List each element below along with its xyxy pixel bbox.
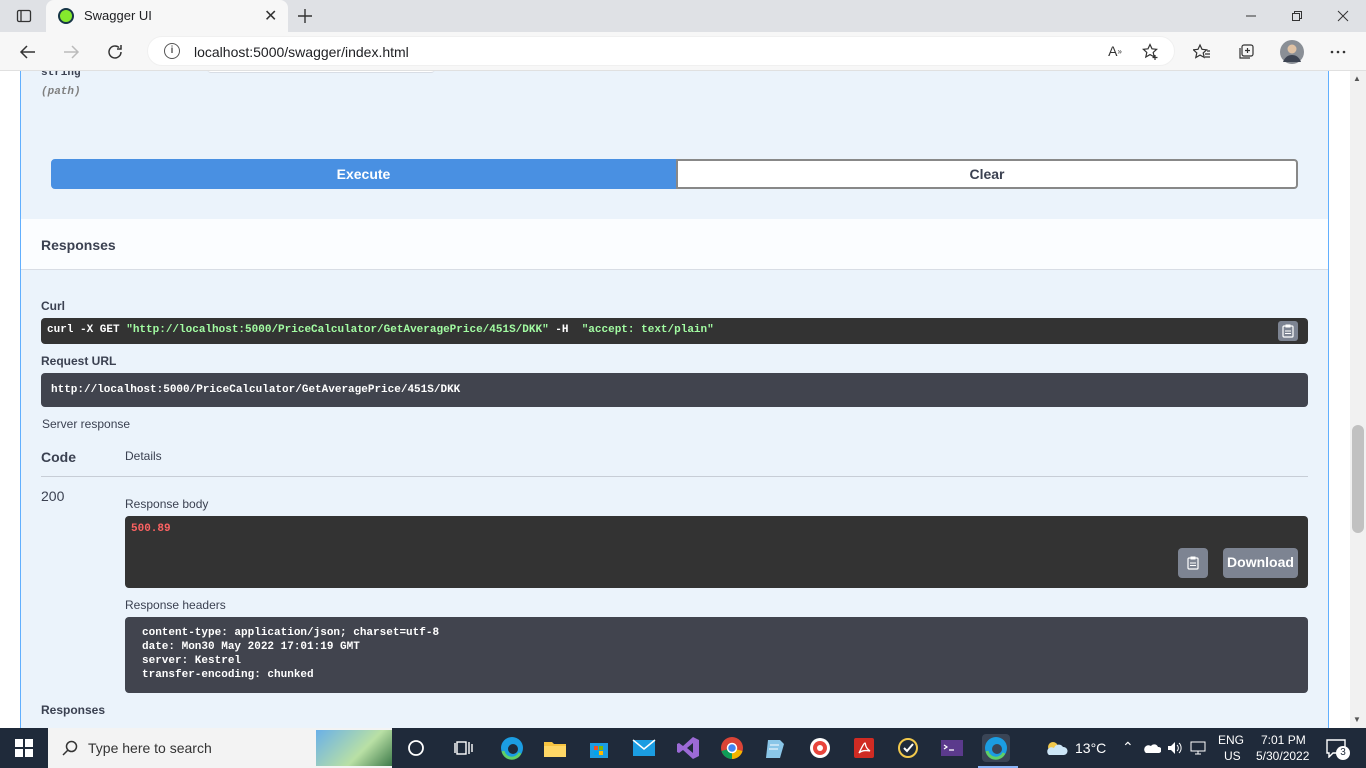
notification-badge: 3 (1336, 746, 1350, 760)
close-window-button[interactable] (1329, 4, 1357, 28)
edge-taskbar-icon[interactable] (498, 734, 526, 762)
info-icon[interactable]: i (164, 43, 180, 59)
copy-response-icon[interactable] (1178, 548, 1208, 578)
header-line: transfer-encoding: chunked (142, 669, 314, 681)
header-line: date: Mon30 May 2022 17:01:19 GMT (142, 641, 360, 653)
browser-title-bar: Swagger UI ✕ (0, 0, 1366, 32)
search-icon (62, 740, 78, 756)
mail-icon[interactable] (630, 734, 658, 762)
onedrive-icon[interactable] (1142, 734, 1162, 762)
response-body-label: Response body (125, 497, 209, 511)
store-icon[interactable] (585, 734, 613, 762)
execute-button[interactable]: Execute (51, 159, 676, 189)
taskbar: Type here to search 13°C ⌃ ENG US 7:01 P… (0, 728, 1366, 768)
curl-flag: -H (548, 324, 582, 336)
search-highlight-image (316, 730, 392, 766)
windows-start-icon[interactable] (0, 728, 48, 768)
swagger-favicon-icon (58, 8, 74, 24)
curl-prefix: curl -X GET (47, 324, 127, 336)
chrome-icon[interactable] (718, 734, 746, 762)
profile-avatar[interactable] (1278, 38, 1306, 66)
more-options-icon[interactable] (1324, 38, 1352, 66)
response-headers-box: content-type: application/json; charset=… (125, 617, 1308, 693)
file-explorer-icon[interactable] (541, 734, 569, 762)
read-aloud-icon[interactable]: A» (1101, 37, 1129, 65)
volume-icon[interactable] (1165, 734, 1185, 762)
browser-tab[interactable]: Swagger UI ✕ (46, 0, 288, 32)
request-url-label: Request URL (41, 354, 117, 368)
notes-app-icon[interactable] (761, 734, 789, 762)
scroll-down-icon[interactable]: ▼ (1353, 715, 1361, 724)
responses-footer-label: Responses (41, 703, 106, 717)
tab-actions-icon[interactable] (10, 4, 38, 28)
url-input[interactable]: i localhost:5000/swagger/index.html (147, 36, 1175, 66)
forward-icon[interactable] (57, 38, 85, 66)
terminal-icon[interactable] (938, 734, 966, 762)
curl-header: "accept: text/plain" (581, 324, 714, 336)
notifications-icon[interactable]: 3 (1322, 734, 1350, 762)
search-placeholder: Type here to search (88, 740, 212, 756)
page-scrollbar[interactable]: ▲ ▼ (1350, 71, 1366, 728)
tab-title: Swagger UI (84, 8, 152, 23)
parameter-input[interactable] (207, 71, 435, 73)
server-response-label: Server response (42, 417, 131, 431)
add-favorite-icon[interactable] (1137, 38, 1165, 66)
download-button[interactable]: Download (1223, 548, 1298, 578)
url-text: localhost:5000/swagger/index.html (194, 44, 409, 60)
favorites-icon[interactable] (1188, 38, 1216, 66)
minimize-button[interactable] (1237, 4, 1265, 28)
header-line: content-type: application/json; charset=… (142, 627, 440, 639)
address-bar: i localhost:5000/swagger/index.html A» (0, 32, 1366, 71)
header-line: server: Kestrel (142, 655, 242, 667)
param-location: (path) (41, 86, 81, 98)
task-view-icon[interactable] (450, 734, 478, 762)
response-headers-label: Response headers (125, 598, 226, 612)
collections-icon[interactable] (1232, 38, 1260, 66)
chevron-up-icon[interactable]: ⌃ (1122, 739, 1134, 756)
response-body-box: 500.89 (125, 516, 1308, 588)
back-icon[interactable] (14, 38, 42, 66)
clear-button[interactable]: Clear (676, 159, 1298, 189)
details-column-header: Details (125, 449, 162, 463)
request-url-text: http://localhost:5000/PriceCalculator/Ge… (51, 384, 461, 396)
network-icon[interactable] (1188, 734, 1208, 762)
restore-button[interactable] (1283, 4, 1311, 28)
keyboard-layout[interactable]: US (1224, 749, 1241, 763)
scroll-thumb[interactable] (1352, 425, 1364, 533)
swagger-page: string (path) Execute Clear Responses Cu… (0, 71, 1350, 728)
cortana-icon[interactable] (402, 734, 430, 762)
new-tab-button[interactable] (291, 4, 319, 28)
visual-studio-icon[interactable] (674, 734, 702, 762)
responses-title: Responses (41, 237, 116, 253)
close-tab-icon[interactable]: ✕ (264, 6, 277, 26)
curl-label: Curl (41, 299, 65, 313)
pdf-reader-icon[interactable] (850, 734, 878, 762)
curl-url: "http://localhost:5000/PriceCalculator/G… (126, 324, 549, 336)
weather-temperature[interactable]: 13°C (1075, 740, 1106, 756)
clock-date[interactable]: 5/30/2022 (1256, 749, 1309, 763)
clock-time[interactable]: 7:01 PM (1261, 733, 1306, 747)
language-indicator[interactable]: ENG (1218, 733, 1244, 747)
responses-header: Responses (21, 219, 1328, 270)
brave-browser-icon[interactable] (806, 734, 834, 762)
edge-active-taskbar-icon[interactable] (982, 734, 1010, 762)
curl-command-box[interactable]: curl -X GET "http://localhost:5000/Price… (41, 318, 1308, 344)
response-body-text: 500.89 (131, 523, 171, 535)
taskbar-search-input[interactable]: Type here to search (48, 728, 392, 768)
table-divider (41, 476, 1308, 477)
param-type: string (41, 71, 81, 79)
weather-cloud-icon[interactable] (1042, 734, 1070, 762)
refresh-icon[interactable] (101, 38, 129, 66)
code-column-header: Code (41, 449, 76, 465)
request-url-box: http://localhost:5000/PriceCalculator/Ge… (41, 373, 1308, 407)
copy-curl-icon[interactable] (1278, 321, 1298, 341)
scroll-up-icon[interactable]: ▲ (1353, 74, 1361, 83)
task-app-icon[interactable] (894, 734, 922, 762)
response-code: 200 (41, 488, 65, 504)
